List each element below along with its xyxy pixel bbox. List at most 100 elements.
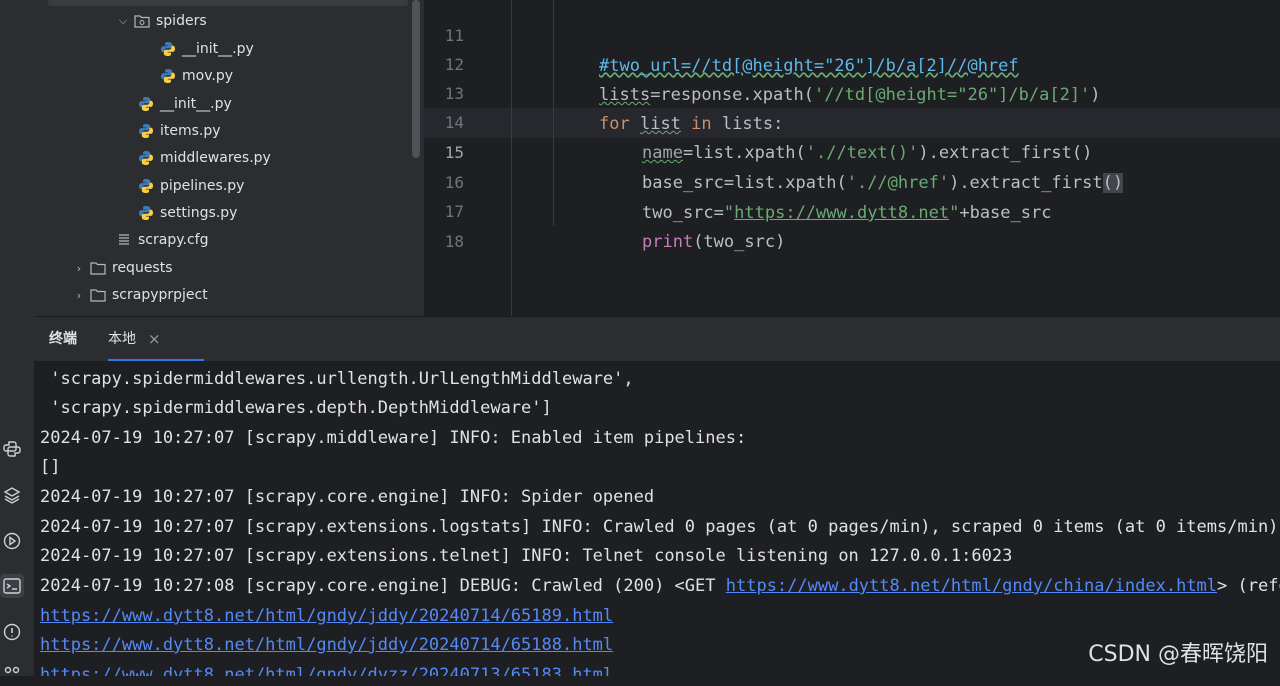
code-text: +base_src [959, 203, 1052, 223]
code-identifier: two_src [642, 203, 714, 223]
code-text: ).extract_first() [918, 143, 1093, 163]
terminal-text: > (referer: None) [1217, 576, 1280, 596]
terminal-line: [] [40, 457, 61, 477]
code-line-11: 11 #two_url=//td[@height="26"]/b/a[2]//@… [424, 0, 1019, 76]
terminal-line: 2024-07-19 10:27:07 [scrapy.middleware] … [40, 428, 747, 448]
python-file-icon [138, 178, 154, 194]
code-text: lists=response.xpath('//td[@height="26"]… [599, 80, 1101, 110]
terminal-output[interactable]: 'scrapy.spidermiddlewares.urllength.UrlL… [34, 361, 1280, 676]
matched-bracket: () [1102, 173, 1124, 193]
tree-item-requests[interactable]: › requests [72, 256, 173, 280]
terminal-link[interactable]: https://www.dytt8.net/html/gndy/jddy/202… [40, 635, 613, 655]
code-line-12: 12 lists=response.xpath('//td[@height="2… [424, 20, 1101, 105]
chevron-down-icon[interactable]: ⌵ [116, 14, 130, 28]
code-string: " [723, 203, 735, 223]
tree-item-init-py[interactable]: __init__.py [160, 37, 254, 61]
folder-icon [134, 13, 150, 29]
chevron-right-icon[interactable]: › [72, 262, 86, 275]
terminal-link[interactable]: https://www.dytt8.net/html/gndy/jddy/202… [40, 606, 613, 626]
git-icon[interactable] [0, 662, 24, 686]
tree-item-scrapyprpject[interactable]: › scrapyprpject [72, 283, 208, 307]
python-file-icon [138, 205, 154, 221]
terminal-line: 2024-07-19 10:27:07 [scrapy.extensions.t… [40, 546, 1013, 566]
code-keyword: for [599, 114, 630, 134]
code-string: './/@href' [846, 173, 950, 193]
python-file-icon [138, 150, 154, 166]
code-string: './/text()' [805, 143, 919, 163]
watermark: CSDN @春晖饶阳 [1088, 642, 1268, 667]
terminal-line: 2024-07-19 10:27:08 [scrapy.core.engine]… [40, 571, 1280, 601]
code-identifier: base_src [642, 173, 724, 193]
code-url[interactable]: https://www.dytt8.net [734, 203, 949, 223]
terminal-text: 2024-07-19 10:27:08 [scrapy.core.engine]… [40, 576, 726, 596]
code-text: print(two_src) [642, 227, 785, 257]
code-text: ) [1090, 85, 1101, 105]
tree-item-label: items.py [160, 123, 221, 139]
left-tool-strip [0, 0, 34, 676]
project-scrollbar[interactable] [412, 0, 420, 158]
code-line-14: 14 name=list.xpath('.//text()').extract_… [424, 78, 1093, 163]
code-text: two_src="https://www.dytt8.net"+base_src [642, 198, 1051, 228]
python-file-icon [138, 123, 154, 139]
indent-guide [511, 0, 512, 316]
tree-item-label: __init__.py [160, 96, 232, 112]
config-file-icon [116, 232, 132, 248]
code-text: ).extract_first [949, 173, 1103, 193]
terminal-line: https://www.dytt8.net/html/gndy/jddy/202… [40, 601, 613, 631]
code-identifier: name [642, 143, 683, 163]
python-file-icon [160, 41, 176, 57]
line-number: 18 [444, 232, 464, 251]
code-comment: #two_url=//td[@height="26"]/b/a[2]//@hre… [599, 56, 1019, 76]
terminal-line: https://www.dytt8.net/html/gndy/dyzz/202… [40, 660, 613, 676]
code-editor[interactable]: 11 #two_url=//td[@height="26"]/b/a[2]//@… [424, 0, 1280, 316]
tree-item-mov-py[interactable]: mov.py [160, 64, 233, 88]
chevron-right-icon[interactable]: › [72, 289, 86, 302]
terminal-title: 终端 [49, 331, 77, 347]
tree-item-pipelines-py[interactable]: pipelines.py [138, 174, 244, 198]
code-text: =response.xpath( [650, 85, 814, 105]
terminal-toolbar: 终端 本地 × [34, 317, 1280, 361]
code-text: = [713, 203, 724, 223]
code-identifier: list [639, 114, 681, 134]
terminal-link[interactable]: https://www.dytt8.net/html/gndy/china/in… [726, 576, 1217, 596]
tree-item-label: scrapy.cfg [138, 232, 209, 248]
code-keyword: in [691, 114, 712, 134]
tree-item-label: settings.py [160, 205, 238, 221]
code-builtin: print [642, 232, 694, 252]
code-line-15: 15 base_src=list.xpath('.//@href').extra… [424, 108, 1124, 193]
tree-item-middlewares-py[interactable]: middlewares.py [138, 146, 271, 170]
tree-item-items-py[interactable]: items.py [138, 119, 221, 143]
python-console-icon[interactable] [0, 437, 24, 461]
terminal-link[interactable]: https://www.dytt8.net/html/gndy/dyzz/202… [40, 665, 613, 676]
code-line-17: 17 print(two_src) [424, 167, 786, 252]
tab-local[interactable]: 本地 [108, 317, 136, 361]
code-text: name=list.xpath('.//text()').extract_fir… [642, 138, 1092, 168]
code-text: lists: [721, 114, 784, 134]
tree-item-scrapy-cfg[interactable]: scrapy.cfg [116, 228, 208, 252]
folder-icon [90, 260, 106, 276]
code-line-13: 13 for list in lists: [424, 49, 784, 134]
code-text: (two_src) [693, 232, 786, 252]
services-icon[interactable] [0, 529, 24, 553]
tree-item-spiders[interactable]: ⌵ spiders [116, 9, 207, 33]
terminal-line: 2024-07-19 10:27:07 [scrapy.extensions.l… [40, 517, 1279, 537]
tree-item-settings-py[interactable]: settings.py [138, 201, 237, 225]
project-panel: ⌵ spiders __init__.py mov.py __init__.py… [34, 0, 424, 316]
terminal-line: 2024-07-19 10:27:07 [scrapy.core.engine]… [40, 487, 655, 507]
problems-icon[interactable] [0, 620, 24, 644]
selected-row-highlight [48, 0, 408, 6]
terminal-icon[interactable] [0, 574, 24, 598]
close-tab-icon[interactable]: × [148, 317, 161, 361]
code-line-16: 16 two_src="https://www.dytt8.net"+base_… [424, 138, 1052, 223]
layers-icon[interactable] [0, 483, 24, 507]
tree-item-init-py-root[interactable]: __init__.py [138, 92, 232, 116]
python-file-icon [160, 68, 176, 84]
code-text: =list.xpath( [723, 173, 847, 193]
code-line-18: 18 [424, 197, 465, 251]
terminal-line: https://www.dytt8.net/html/gndy/jddy/202… [40, 630, 613, 660]
code-text: base_src=list.xpath('.//@href').extract_… [642, 168, 1124, 198]
code-text: =list.xpath( [682, 143, 806, 163]
tree-item-label: spiders [156, 13, 207, 29]
code-text: for list in lists: [599, 109, 783, 139]
code-identifier: lists [599, 85, 651, 105]
